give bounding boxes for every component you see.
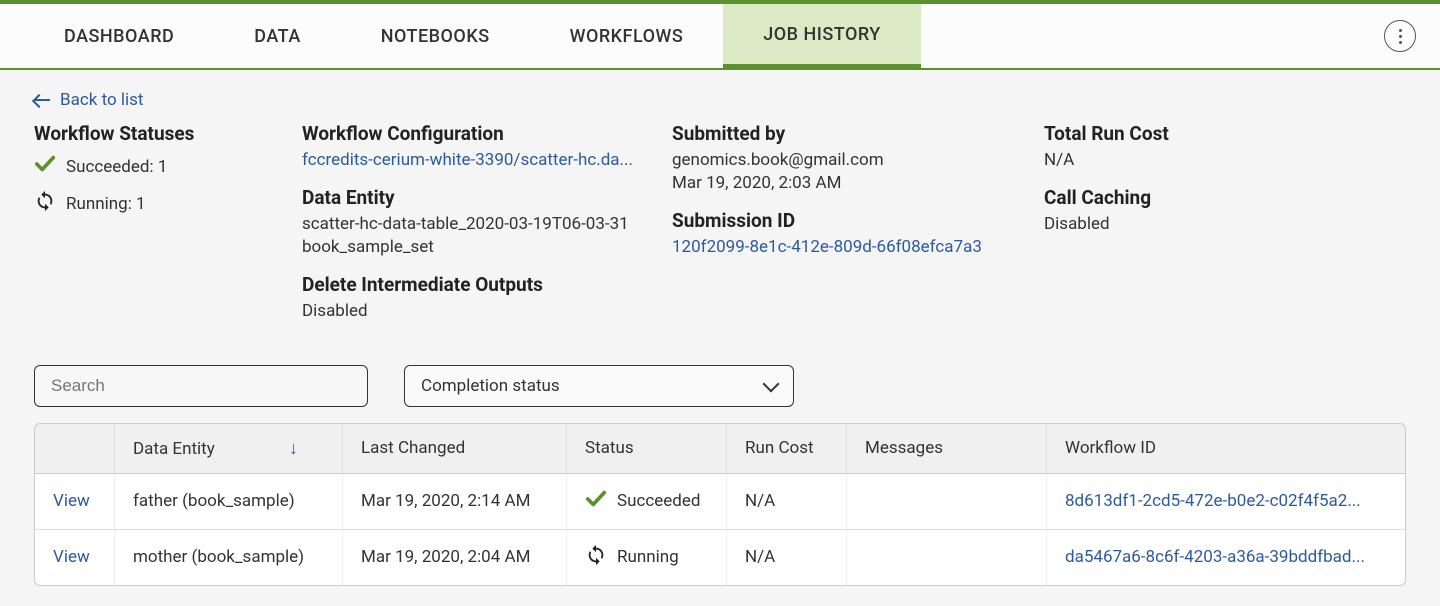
back-to-list-link[interactable]: Back to list	[34, 90, 143, 110]
cell-entity: mother (book_sample)	[115, 530, 343, 585]
check-icon	[34, 153, 56, 180]
workflow-id-link[interactable]: 8d613df1-2cd5-472e-b0e2-c02f4f5a2...	[1065, 491, 1387, 511]
cell-changed: Mar 19, 2020, 2:04 AM	[343, 530, 567, 585]
submitted-column: Submitted by genomics.book@gmail.com Mar…	[672, 122, 1044, 337]
caching-title: Call Caching	[1044, 186, 1326, 209]
sync-icon	[585, 544, 607, 571]
tab-workflows[interactable]: WORKFLOWS	[530, 4, 724, 68]
entity-line2: book_sample_set	[302, 236, 654, 259]
workflow-statuses-title: Workflow Statuses	[34, 122, 284, 145]
arrow-left-icon	[34, 94, 52, 106]
cell-cost: N/A	[727, 530, 847, 585]
cost-title: Total Run Cost	[1044, 122, 1326, 145]
cell-cost: N/A	[727, 474, 847, 530]
header-last-changed[interactable]: Last Changed	[343, 424, 567, 474]
header-data-entity[interactable]: Data Entity ↓	[115, 424, 343, 474]
completion-status-select[interactable]: Completion status	[404, 365, 794, 407]
cell-entity: father (book_sample)	[115, 474, 343, 530]
entity-title: Data Entity	[302, 186, 654, 209]
view-link[interactable]: View	[53, 491, 90, 511]
cell-messages	[847, 474, 1047, 530]
header-run-cost[interactable]: Run Cost	[727, 424, 847, 474]
config-title: Workflow Configuration	[302, 122, 654, 145]
entity-line1: scatter-hc-data-table_2020-03-19T06-03-3…	[302, 213, 654, 236]
check-icon	[585, 488, 607, 515]
table-row: View father (book_sample) Mar 19, 2020, …	[35, 474, 1405, 530]
back-link-label: Back to list	[60, 90, 143, 110]
cell-status: Succeeded	[585, 488, 708, 515]
tab-job-history[interactable]: JOB HISTORY	[723, 4, 921, 68]
cell-messages	[847, 530, 1047, 585]
submitted-email: genomics.book@gmail.com	[672, 149, 1026, 172]
status-succeeded-label: Succeeded: 1	[66, 157, 167, 177]
info-grid: Workflow Statuses Succeeded: 1 Running: …	[34, 122, 1406, 337]
view-link[interactable]: View	[53, 547, 90, 567]
cost-value: N/A	[1044, 149, 1326, 172]
nav-tabs-bar: DASHBOARD DATA NOTEBOOKS WORKFLOWS JOB H…	[0, 4, 1440, 70]
cell-changed: Mar 19, 2020, 2:14 AM	[343, 474, 567, 530]
tab-notebooks[interactable]: NOTEBOOKS	[341, 4, 530, 68]
cost-column: Total Run Cost N/A Call Caching Disabled	[1044, 122, 1344, 337]
overflow-menu-button[interactable]	[1384, 20, 1416, 52]
tab-dashboard[interactable]: DASHBOARD	[24, 4, 214, 68]
status-running: Running: 1	[34, 190, 284, 217]
submission-id-title: Submission ID	[672, 209, 1026, 232]
cell-status: Running	[585, 544, 708, 571]
header-view	[35, 424, 115, 474]
status-succeeded: Succeeded: 1	[34, 153, 284, 180]
filters-row: Completion status	[34, 365, 1406, 407]
submitted-title: Submitted by	[672, 122, 1026, 145]
table-row: View mother (book_sample) Mar 19, 2020, …	[35, 530, 1405, 585]
config-column: Workflow Configuration fccredits-cerium-…	[302, 122, 672, 337]
submission-id-value[interactable]: 120f2099-8e1c-412e-809d-66f08efca7a3	[672, 236, 1026, 259]
completion-status-label: Completion status	[421, 376, 560, 396]
status-column: Workflow Statuses Succeeded: 1 Running: …	[34, 122, 302, 337]
chevron-down-icon	[763, 375, 780, 392]
header-workflow-id[interactable]: Workflow ID	[1047, 424, 1405, 474]
status-running-label: Running: 1	[66, 194, 146, 214]
search-input[interactable]	[34, 365, 368, 407]
sync-icon	[34, 190, 56, 217]
caching-value: Disabled	[1044, 213, 1326, 236]
config-value[interactable]: fccredits-cerium-white-3390/scatter-hc.d…	[302, 149, 654, 172]
header-status[interactable]: Status	[567, 424, 727, 474]
tab-data[interactable]: DATA	[214, 4, 340, 68]
header-messages[interactable]: Messages	[847, 424, 1047, 474]
submitted-date: Mar 19, 2020, 2:03 AM	[672, 172, 1026, 195]
sort-down-icon: ↓	[289, 438, 298, 459]
content-area: Back to list Workflow Statuses Succeeded…	[0, 70, 1440, 606]
workflow-table: Data Entity ↓ Last Changed Status Run Co…	[34, 423, 1406, 586]
workflow-id-link[interactable]: da5467a6-8c6f-4203-a36a-39bddfbad...	[1065, 547, 1387, 567]
delete-outputs-value: Disabled	[302, 300, 654, 323]
delete-outputs-title: Delete Intermediate Outputs	[302, 273, 654, 296]
